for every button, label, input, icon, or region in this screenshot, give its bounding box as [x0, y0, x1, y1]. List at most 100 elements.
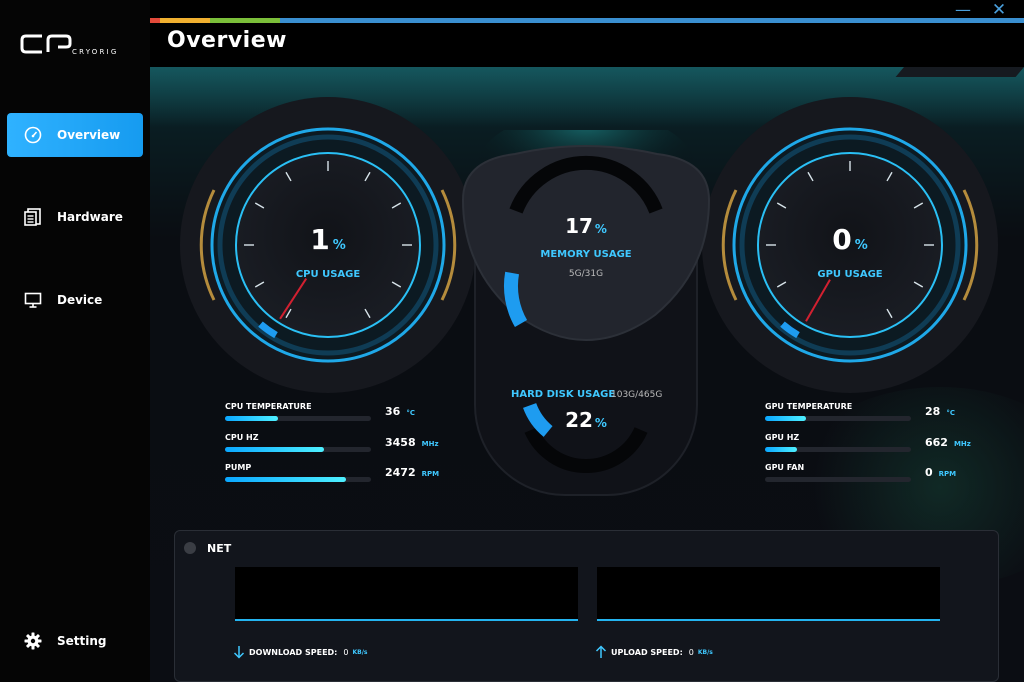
net-status-dot [184, 542, 196, 554]
stripe-red [150, 18, 160, 23]
memory-usage-number: 17 [565, 214, 593, 238]
stat-number: 36 [385, 405, 401, 418]
stat-number: 0 [925, 466, 933, 479]
stat-bar-track [765, 416, 911, 421]
stat-label: PUMP [225, 463, 252, 472]
sidebar-item-overview[interactable]: Overview [7, 113, 143, 157]
upload-speed-unit: KB/s [697, 648, 713, 656]
sidebar-item-label: Setting [57, 634, 107, 648]
disk-usage-detail: 103G/465G [611, 390, 663, 400]
stripe-green [210, 18, 280, 23]
stat-bar-track [225, 477, 371, 482]
stat-bar-track [225, 416, 371, 421]
stat-value: 36 °C [385, 405, 415, 418]
close-button[interactable]: ✕ [988, 2, 1010, 19]
cpu-usage-label: CPU USAGE [295, 269, 361, 280]
net-panel: NET DOWNLOAD SPEED: 0 KB/s UPLOAD SPEED:… [174, 530, 999, 682]
upload-speed-label: UPLOAD SPEED: [611, 647, 683, 657]
stripe-blue [280, 18, 1024, 23]
stat-unit: RPM [421, 470, 440, 478]
stat-bar-track [765, 477, 911, 482]
cpu-usage-value: 1% [178, 223, 478, 256]
stat-unit: MHz [953, 440, 971, 448]
stat-unit: RPM [938, 470, 957, 478]
cpu-usage-gauge: 1% CPU USAGE [178, 95, 478, 395]
stat-bar-fill [765, 447, 798, 452]
stat-bar-fill [225, 447, 325, 452]
stat-number: 3458 [385, 436, 416, 449]
stat-bar-track [225, 447, 371, 452]
download-speed: DOWNLOAD SPEED: 0 KB/s [233, 645, 367, 659]
disk-usage-label: HARD DISK USAGE [511, 389, 616, 400]
stat-label: CPU HZ [225, 433, 259, 442]
stat-number: 662 [925, 436, 948, 449]
stat-value: 3458 MHz [385, 436, 439, 449]
disk-usage-unit: % [594, 416, 607, 430]
stat-unit: MHz [421, 440, 439, 448]
stat-value: 28 °C [925, 405, 955, 418]
download-speed-unit: KB/s [352, 648, 368, 656]
minimize-button[interactable]: — [952, 2, 974, 18]
download-speed-value: 0 [343, 647, 349, 657]
sidebar: CRYORIG Overview Hardware Device Setting [0, 0, 150, 682]
page-title: Overview [167, 28, 287, 53]
stat-label: GPU FAN [765, 463, 805, 472]
sidebar-item-hardware[interactable]: Hardware [7, 195, 143, 239]
stat-label: GPU HZ [765, 433, 800, 442]
download-speed-label: DOWNLOAD SPEED: [249, 647, 338, 657]
download-speed-graph [235, 567, 578, 621]
gear-icon [23, 631, 43, 651]
gpu-hz-stat: GPU HZ 662 MHz [765, 433, 985, 463]
hardware-icon [23, 207, 43, 227]
stat-number: 28 [925, 405, 941, 418]
memory-disk-module: 17% MEMORY USAGE 5G/31G HARD DISK USAGE … [455, 110, 717, 500]
cryorig-logo: CRYORIG [20, 34, 118, 56]
arrow-down-icon [233, 646, 245, 659]
stripe-yellow [160, 18, 210, 23]
stat-bar-fill [225, 477, 347, 482]
monitor-icon [23, 290, 43, 310]
sidebar-item-setting[interactable]: Setting [7, 619, 143, 663]
cpu-usage-unit: % [332, 238, 346, 253]
stat-bar-track [765, 447, 911, 452]
memory-usage-detail: 5G/31G [568, 269, 604, 279]
cpu-hz-stat: CPU HZ 3458 MHz [225, 433, 445, 463]
stat-unit: °C [946, 409, 955, 417]
arrow-up-icon [595, 645, 607, 658]
memory-disk-graphic [461, 110, 711, 496]
speedometer-icon [23, 125, 43, 145]
gpu-usage-number: 0 [832, 223, 852, 256]
gpu-fan-stat: GPU FAN 0 RPM [765, 463, 985, 493]
title-color-stripe [150, 18, 1024, 23]
gpu-usage-value: 0% [700, 223, 1000, 256]
sidebar-item-device[interactable]: Device [7, 278, 143, 322]
pump-stat: PUMP 2472 RPM [225, 463, 445, 493]
panel-corner-decoration [895, 67, 1024, 77]
stat-unit: °C [406, 409, 415, 417]
stat-value: 662 MHz [925, 436, 971, 449]
stat-label: CPU TEMPERATURE [225, 402, 312, 411]
gpu-temperature-stat: GPU TEMPERATURE 28 °C [765, 402, 985, 432]
stat-bar-fill [225, 416, 278, 421]
logo-text: CRYORIG [72, 48, 118, 56]
memory-usage-unit: % [594, 222, 607, 236]
stat-value: 2472 RPM [385, 466, 439, 479]
gpu-usage-label: GPU USAGE [817, 269, 883, 280]
stat-label: GPU TEMPERATURE [765, 402, 853, 411]
gpu-usage-unit: % [854, 238, 868, 253]
upload-speed-value: 0 [688, 647, 694, 657]
cpu-usage-number: 1 [310, 223, 330, 256]
upload-speed: UPLOAD SPEED: 0 KB/s [595, 645, 713, 659]
memory-usage-label: MEMORY USAGE [540, 249, 632, 260]
sidebar-item-label: Device [57, 293, 103, 307]
stat-number: 2472 [385, 466, 416, 479]
sidebar-item-label: Hardware [57, 210, 123, 224]
disk-usage-value: 22% [455, 408, 717, 432]
disk-usage-number: 22 [565, 408, 593, 432]
memory-usage-value: 17% [455, 214, 717, 238]
net-title: NET [207, 542, 232, 555]
gpu-usage-gauge: 0% GPU USAGE [700, 95, 1000, 395]
cpu-temperature-stat: CPU TEMPERATURE 36 °C [225, 402, 445, 432]
stat-bar-fill [765, 416, 806, 421]
stat-value: 0 RPM [925, 466, 956, 479]
